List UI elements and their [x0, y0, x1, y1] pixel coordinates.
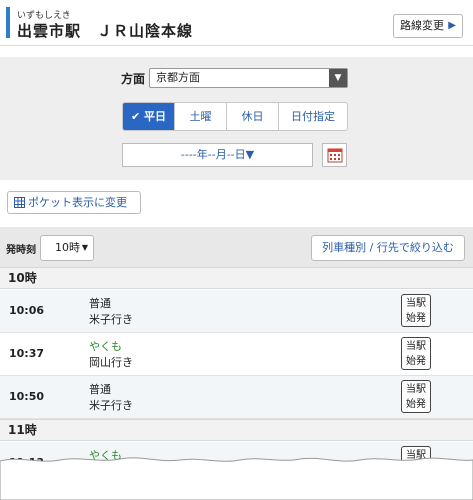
direction-select[interactable]: 京都方面 ▼ — [149, 68, 348, 88]
table-row[interactable]: 10:06 普通 米子行き 当駅 始発 — [0, 290, 473, 333]
tab-weekday-label: 平日 — [144, 110, 167, 123]
direction-value: 京都方面 — [156, 71, 200, 84]
hour-select[interactable]: 10時 ▼ — [40, 235, 94, 261]
train-destination: 米子行き — [89, 313, 133, 326]
origin-station-badge: 当駅 始発 — [401, 337, 431, 370]
route-change-button[interactable]: 路線変更 ▶ — [393, 14, 463, 38]
grid-icon — [14, 197, 25, 208]
torn-edge — [0, 457, 473, 500]
station-header: いずもしえき 出雲市駅 ＪＲ山陰本線 路線変更 ▶ — [0, 0, 473, 46]
hour-header-11: 11時 — [0, 419, 473, 441]
train-destination: 岡山行き — [89, 356, 133, 369]
train-type: やくも — [89, 340, 122, 353]
tab-weekday[interactable]: ✔ 平日 — [123, 103, 175, 130]
check-icon: ✔ — [130, 110, 145, 123]
origin-station-badge: 当駅 始発 — [401, 294, 431, 327]
hour-value: 10時 — [55, 241, 80, 254]
filter-panel: 方面 京都方面 ▼ ✔ 平日 土曜 休日 日付指定 ----年--月--日▼ — [0, 57, 473, 180]
pocket-view-label: ポケット表示に変更 — [28, 196, 127, 209]
departure-time: 10:50 — [9, 390, 45, 403]
pocket-view-button[interactable]: ポケット表示に変更 — [7, 191, 141, 214]
tab-saturday[interactable]: 土曜 — [175, 103, 227, 130]
hour-header-10: 10時 — [0, 267, 473, 289]
departure-bar: 発時刻 10時 ▼ 列車種別 / 行先で絞り込む — [0, 227, 473, 267]
day-type-tabs: ✔ 平日 土曜 休日 日付指定 — [122, 102, 348, 131]
train-type: 普通 — [89, 383, 111, 396]
table-row[interactable]: 10:37 やくも 岡山行き 当駅 始発 — [0, 333, 473, 376]
direction-label: 方面 — [121, 72, 146, 86]
train-type: 普通 — [89, 297, 111, 310]
tab-date-specify[interactable]: 日付指定 — [279, 103, 347, 130]
origin-station-badge: 当駅 始発 — [401, 380, 431, 413]
play-arrow-icon: ▶ — [448, 20, 456, 31]
badge-line-2: 始発 — [406, 313, 426, 324]
calendar-button[interactable] — [322, 143, 347, 167]
badge-line-1: 当駅 — [406, 298, 426, 309]
filter-train-button[interactable]: 列車種別 / 行先で絞り込む — [311, 235, 465, 261]
calendar-icon — [327, 148, 343, 163]
dropdown-caret-icon: ▼ — [81, 243, 88, 252]
departure-time-label: 発時刻 — [6, 245, 36, 256]
badge-line-2: 始発 — [406, 356, 426, 367]
badge-line-1: 当駅 — [406, 384, 426, 395]
badge-line-1: 当駅 — [406, 341, 426, 352]
dropdown-caret-icon: ▼ — [329, 69, 347, 87]
station-title: 出雲市駅 ＪＲ山陰本線 — [17, 22, 194, 40]
route-change-label: 路線変更 — [400, 19, 444, 32]
departure-time: 10:06 — [9, 304, 45, 317]
header-accent-bar — [6, 7, 10, 38]
badge-line-2: 始発 — [406, 399, 426, 410]
date-select[interactable]: ----年--月--日▼ — [122, 143, 313, 167]
tab-holiday[interactable]: 休日 — [227, 103, 279, 130]
table-row[interactable]: 10:50 普通 米子行き 当駅 始発 — [0, 376, 473, 419]
train-destination: 米子行き — [89, 399, 133, 412]
departure-time: 10:37 — [9, 347, 45, 360]
